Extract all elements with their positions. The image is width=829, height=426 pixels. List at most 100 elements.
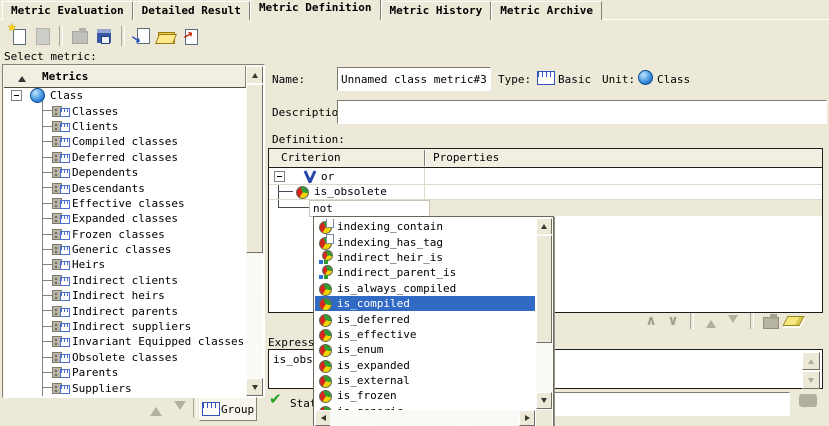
scrollbar-thumb[interactable]	[536, 235, 552, 343]
group-toggle-button[interactable]: Group	[199, 397, 257, 421]
toolbar-button[interactable]	[92, 24, 116, 48]
dropdown-item[interactable]: indexing_has_tag	[315, 234, 535, 249]
dropdown-item[interactable]: is_external	[315, 373, 535, 388]
toolbar-button[interactable]	[6, 24, 30, 48]
metric-tree-item[interactable]: Deferred classes	[4, 150, 246, 165]
metric-tree-item[interactable]: Suppliers	[4, 380, 246, 395]
wrap-and-button[interactable]: ∧	[640, 312, 662, 330]
metric-tree-item[interactable]: Heirs	[4, 257, 246, 272]
pie-doc-icon	[319, 220, 332, 233]
metric-icon	[52, 258, 70, 271]
criterion-row-or[interactable]: or	[269, 168, 822, 185]
metric-tree-item[interactable]: Descendants	[4, 180, 246, 195]
collapse-expander-icon[interactable]	[11, 90, 22, 101]
criterion-row-is-obsolete[interactable]: is_obsolete	[269, 184, 822, 200]
arrow-up-icon	[706, 315, 716, 328]
metric-tree-item[interactable]: Indirect clients	[4, 273, 246, 288]
delete-criterion-button[interactable]	[760, 312, 782, 330]
metric-tree-item[interactable]: Classes	[4, 103, 246, 118]
criterion-column-header[interactable]: Criterion	[281, 151, 341, 164]
metric-tree-item[interactable]: Compiled classes	[4, 134, 246, 149]
pie-arrows-icon	[319, 251, 332, 264]
comment-icon[interactable]	[799, 394, 817, 407]
metric-tree-item[interactable]: Indirect heirs	[4, 288, 246, 303]
dropdown-item[interactable]: is_compiled	[315, 296, 535, 311]
tab[interactable]: Metric Evaluation	[2, 1, 133, 20]
tab[interactable]: Metric Definition	[250, 0, 381, 20]
criterion-edit-cell[interactable]: not	[309, 200, 430, 217]
type-value: Basic	[558, 73, 591, 86]
tree-branch-line	[42, 357, 52, 358]
tab[interactable]: Detailed Result	[133, 1, 250, 20]
erase-criterion-button[interactable]	[782, 312, 804, 330]
toolbar-separator	[690, 313, 694, 329]
metric-tree-item[interactable]: Expanded classes	[4, 211, 246, 226]
dropdown-item[interactable]: is_expanded	[315, 358, 535, 373]
metric-tree-item[interactable]: Effective classes	[4, 196, 246, 211]
toolbar-button[interactable]	[178, 24, 202, 48]
column-divider[interactable]	[424, 150, 425, 166]
dropdown-item[interactable]: indirect_heir_is	[315, 250, 535, 265]
scroll-left-button[interactable]	[315, 410, 331, 426]
dropdown-item[interactable]: is_frozen	[315, 388, 535, 403]
tree-branch-line	[42, 372, 52, 373]
scrollbar-thumb[interactable]	[246, 84, 263, 253]
pie-doc-icon	[319, 236, 332, 249]
scroll-up-button[interactable]	[246, 66, 263, 84]
metric-icon	[52, 212, 70, 225]
scroll-up-button[interactable]	[536, 218, 552, 235]
scrollbar-track[interactable]	[330, 410, 519, 426]
duplicate-metric-icon	[32, 26, 52, 46]
metric-tree-item[interactable]: Indirect parents	[4, 303, 246, 318]
dropdown-item[interactable]: is_deferred	[315, 311, 535, 326]
metric-icon	[52, 289, 70, 302]
scroll-down-button[interactable]	[536, 392, 552, 409]
eraser-icon	[782, 316, 804, 326]
spin-down-button[interactable]	[802, 371, 820, 389]
move-metric-up-button[interactable]	[146, 399, 166, 417]
metric-tree-item[interactable]: Dependents	[4, 165, 246, 180]
metric-tree-item[interactable]: Generic classes	[4, 242, 246, 257]
scroll-down-button[interactable]	[246, 378, 263, 396]
arrow-up-icon	[150, 401, 162, 416]
metric-tree-item[interactable]: Obsolete classes	[4, 350, 246, 365]
dropdown-vertical-scrollbar[interactable]	[536, 218, 552, 409]
move-criterion-down-button[interactable]	[722, 312, 744, 330]
move-criterion-up-button[interactable]	[700, 312, 722, 330]
arrow-down-icon	[541, 398, 547, 406]
metric-tree-item[interactable]: Indirect suppliers	[4, 319, 246, 334]
dropdown-item[interactable]: indexing_contain	[315, 219, 535, 234]
scroll-right-button[interactable]	[519, 410, 535, 426]
dropdown-horizontal-scrollbar[interactable]	[315, 410, 535, 426]
tree-branch-line	[42, 234, 52, 235]
toolbar-button[interactable]	[154, 24, 178, 48]
arrow-up-icon	[541, 221, 547, 229]
toolbar-button[interactable]	[130, 24, 154, 48]
pie-icon	[319, 282, 332, 295]
metric-list-scrollbar[interactable]	[246, 66, 263, 396]
metric-tree-root-class[interactable]: Class	[4, 88, 246, 103]
move-metric-down-button[interactable]	[170, 399, 190, 417]
metric-tree-item[interactable]: Clients	[4, 119, 246, 134]
toolbar-button[interactable]	[30, 24, 54, 48]
dropdown-item[interactable]: indirect_parent_is	[315, 265, 535, 280]
dropdown-item[interactable]: is_enum	[315, 342, 535, 357]
tab[interactable]: Metric History	[381, 1, 492, 20]
metric-list-header[interactable]: Metrics	[4, 66, 246, 88]
description-input[interactable]	[337, 100, 827, 124]
toolbar-button[interactable]	[68, 24, 92, 48]
metric-name-input[interactable]	[337, 67, 491, 91]
tab[interactable]: Metric Archive	[491, 1, 602, 20]
metric-tree-item[interactable]: Invariant Equipped classes	[4, 334, 246, 349]
properties-column-header[interactable]: Properties	[433, 151, 499, 164]
pie-arrows-icon	[319, 266, 332, 279]
delete-metric-icon	[70, 26, 90, 46]
criterion-row-not-editing[interactable]: not	[269, 199, 822, 216]
dropdown-item[interactable]: is_always_compiled	[315, 281, 535, 296]
wrap-or-button[interactable]: ∨	[662, 312, 684, 330]
spin-up-button[interactable]	[802, 352, 820, 370]
metric-tree-item[interactable]: Parents	[4, 365, 246, 380]
metric-tree-item[interactable]: Frozen classes	[4, 227, 246, 242]
dropdown-item[interactable]: is_effective	[315, 327, 535, 342]
collapse-expander-icon[interactable]	[274, 171, 285, 182]
